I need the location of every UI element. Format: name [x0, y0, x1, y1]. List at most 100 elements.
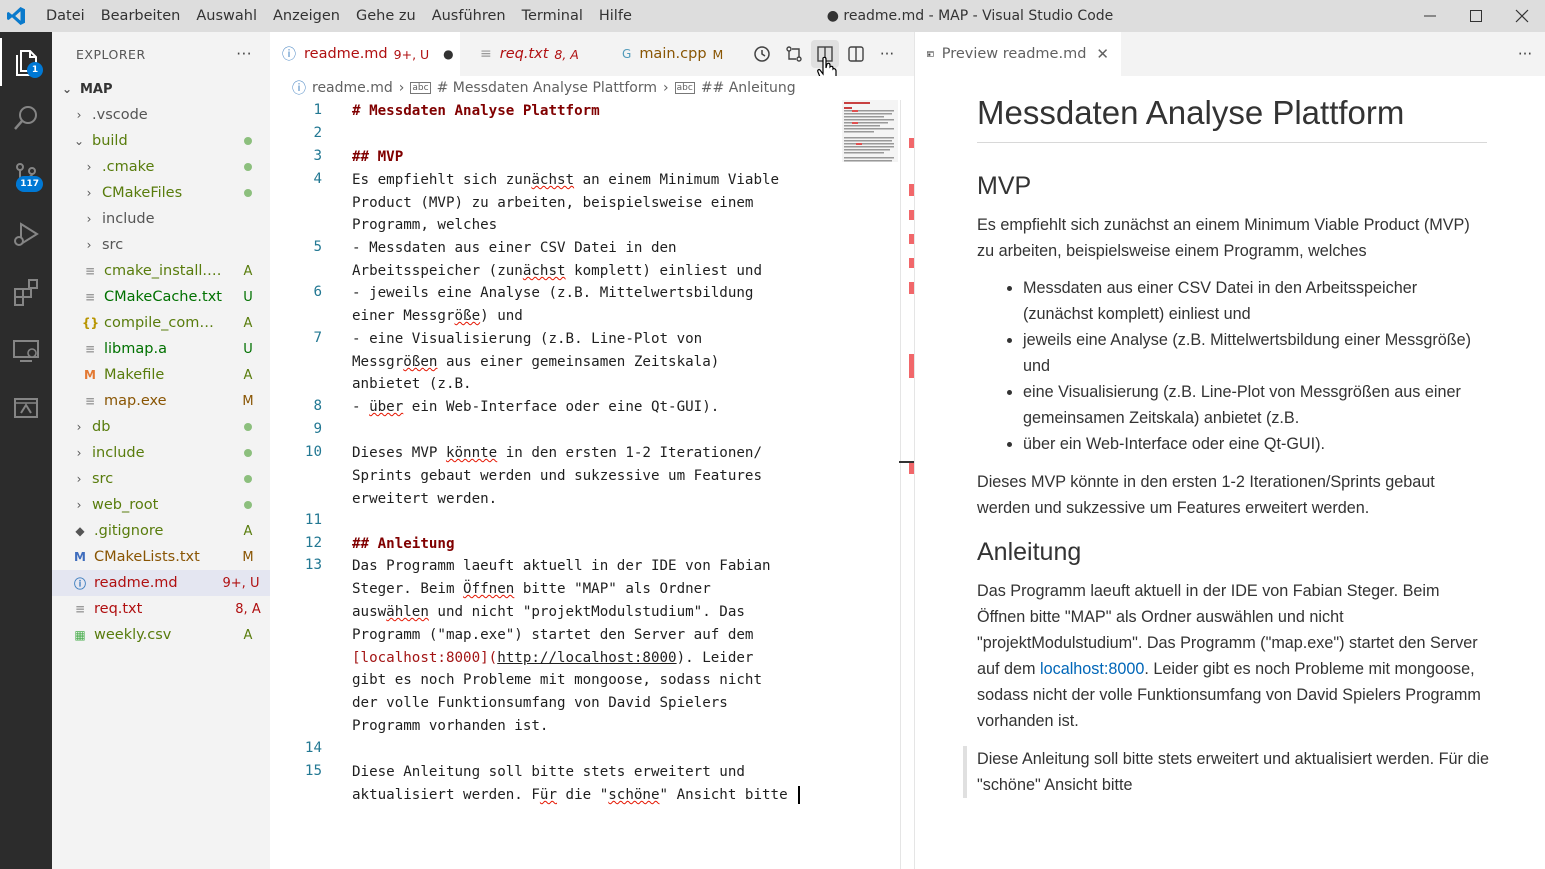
preview-more-actions-button[interactable]: ··· [1511, 40, 1539, 68]
minimize-button[interactable] [1407, 0, 1453, 32]
tree-item-build-include[interactable]: › include [52, 206, 270, 232]
activity-source-control[interactable]: 117 [0, 152, 52, 200]
code-line: Das Programm laeuft aktuell in der IDE v… [352, 558, 771, 574]
tree-item-cmakelists[interactable]: M CMakeLists.txt M [52, 544, 270, 570]
file-lines-icon: ≡ [84, 290, 96, 304]
cmake-m-icon: M [74, 550, 86, 564]
breadcrumb-heading-1[interactable]: # Messdaten Analyse Plattform [437, 80, 657, 96]
tree-item-cmakefiles[interactable]: › CMakeFiles [52, 180, 270, 206]
unsaved-dot-icon[interactable]: ● [443, 47, 453, 61]
file-lines-icon: ≡ [84, 264, 96, 278]
split-editor-button[interactable] [842, 40, 870, 68]
timeline-button[interactable] [748, 40, 776, 68]
tree-item-readme[interactable]: ⓘ readme.md 9+, U [52, 570, 270, 596]
tree-item-cmake-install[interactable]: ≡ cmake_install.cm... A [52, 258, 270, 284]
menu-hilfe[interactable]: Hilfe [591, 0, 640, 32]
chevron-right-icon: › [86, 160, 92, 174]
tab-preview-readme[interactable]: Preview readme.md ✕ [915, 32, 1121, 76]
tab-label: req.txt [499, 46, 549, 62]
tree-item-cmake[interactable]: › .cmake [52, 154, 270, 180]
tree-item-label: db [92, 419, 111, 435]
code-editor[interactable]: 1 2 3 4 5 6 7 8 9 10 11 12 13 14 15 # Me… [270, 100, 914, 869]
tree-item-libmap[interactable]: ≡ libmap.a U [52, 336, 270, 362]
chevron-right-icon: › [76, 420, 82, 434]
git-compare-icon [786, 46, 802, 62]
open-changes-button[interactable] [780, 40, 808, 68]
menu-terminal[interactable]: Terminal [514, 0, 591, 32]
tab-main-cpp[interactable]: G main.cpp M [610, 32, 745, 76]
activity-remote-explorer[interactable] [0, 326, 52, 374]
menu-auswahl[interactable]: Auswahl [188, 0, 265, 32]
menu-bar: Datei Bearbeiten Auswahl Anzeigen Gehe z… [38, 0, 640, 32]
explorer-title: EXPLORER [76, 46, 146, 62]
line-number: 7 [313, 330, 322, 346]
tree-item-cmakecache[interactable]: ≡ CMakeCache.txt U [52, 284, 270, 310]
list-item: eine Visualisierung (z.B. Line-Plot von … [1023, 379, 1489, 431]
menu-anzeigen[interactable]: Anzeigen [265, 0, 348, 32]
activity-search[interactable] [0, 94, 52, 142]
info-icon: ⓘ [282, 47, 296, 63]
explorer-more-actions[interactable]: ··· [236, 45, 252, 63]
tree-item-compile-commands[interactable]: {} compile_comman... A [52, 310, 270, 336]
git-status-badge: M [242, 549, 254, 565]
tree-item-label: cmake_install.cm... [104, 263, 226, 279]
breadcrumb-heading-2[interactable]: ## Anleitung [701, 80, 796, 96]
code-line: auswählen und nicht "projektModulstudium… [352, 604, 745, 620]
menu-gehe-zu[interactable]: Gehe zu [348, 0, 424, 32]
maximize-button[interactable] [1453, 0, 1499, 32]
tab-readme[interactable]: ⓘ readme.md 9+, U ● [270, 32, 460, 76]
tree-item-web-root[interactable]: › web_root [52, 492, 270, 518]
line-number: 14 [304, 740, 322, 756]
tab-status: 9+, U [393, 46, 430, 62]
activity-run-debug[interactable] [0, 210, 52, 258]
tree-item-label: CMakeLists.txt [94, 549, 200, 565]
git-status-dot [226, 186, 270, 201]
git-status-dot [226, 472, 270, 487]
line-number: 3 [313, 148, 322, 164]
tree-item-req-txt[interactable]: ≡ req.txt 8, A [52, 596, 270, 622]
tree-item-db[interactable]: › db [52, 414, 270, 440]
tree-item-label: src [102, 237, 124, 253]
preview-link-localhost[interactable]: localhost:8000 [1040, 660, 1144, 678]
activity-explorer[interactable]: 1 [0, 38, 52, 86]
more-actions-button[interactable]: ··· [873, 40, 901, 68]
tree-item-label: build [92, 133, 128, 149]
code-line: Arbeitsspeicher (zunächst komplett) einl… [352, 263, 763, 279]
chevron-down-icon: ⌄ [61, 82, 73, 96]
chevron-right-icon: › [398, 80, 405, 96]
tree-item-build-src[interactable]: › src [52, 232, 270, 258]
activity-docker[interactable] [0, 384, 52, 432]
activity-extensions[interactable] [0, 268, 52, 316]
minimap[interactable] [842, 100, 898, 162]
tab-req-txt[interactable]: ≡ req.txt 8, A [468, 32, 603, 76]
tree-item-weekly-csv[interactable]: ▦ weekly.csv A [52, 622, 270, 648]
tree-item-label: Makefile [104, 367, 165, 383]
menu-bearbeiten[interactable]: Bearbeiten [93, 0, 189, 32]
close-window-button[interactable] [1499, 0, 1545, 32]
tree-item-src[interactable]: › src [52, 466, 270, 492]
tab-label: readme.md [304, 46, 388, 62]
close-tab-icon[interactable]: ✕ [1096, 45, 1109, 63]
tree-item-map-exe[interactable]: ≡ map.exe M [52, 388, 270, 414]
menu-datei[interactable]: Datei [38, 0, 93, 32]
line-number: 8 [313, 398, 322, 414]
tree-item-include[interactable]: › include [52, 440, 270, 466]
tree-item-build[interactable]: ⌄ build [52, 128, 270, 154]
list-item: über ein Web-Interface oder eine Qt-GUI)… [1023, 431, 1489, 457]
preview-blockquote: Diese Anleitung soll bitte stets erweite… [963, 746, 1491, 798]
tree-item-makefile[interactable]: M Makefile A [52, 362, 270, 388]
split-editor-icon [848, 46, 864, 62]
tree-item-gitignore[interactable]: ◆ .gitignore A [52, 518, 270, 544]
text-cursor [798, 786, 801, 804]
tree-item-vscode[interactable]: › .vscode [52, 102, 270, 128]
tree-item-label: libmap.a [104, 341, 167, 357]
code-line: ## MVP [352, 149, 404, 165]
code-line: Programm ("map.exe") startet den Server … [352, 627, 754, 643]
folder-root[interactable]: ⌄ MAP [52, 76, 270, 102]
code-line: Programm, welches [352, 217, 498, 233]
breadcrumb-file[interactable]: readme.md [312, 80, 393, 96]
ellipsis-icon: ··· [879, 45, 895, 63]
line-number: 9 [313, 421, 322, 437]
json-braces-icon: {} [82, 316, 100, 330]
menu-ausfuehren[interactable]: Ausführen [424, 0, 514, 32]
